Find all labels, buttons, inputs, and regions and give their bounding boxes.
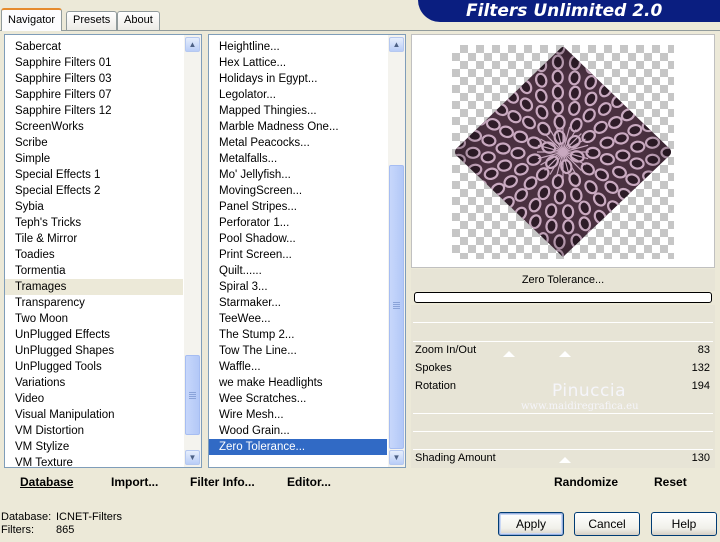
list-item[interactable]: Tormentia: [5, 263, 183, 279]
control-value: 194: [691, 380, 710, 392]
list-item[interactable]: Visual Manipulation: [5, 407, 183, 423]
list-item[interactable]: Video: [5, 391, 183, 407]
control-label: Rotation: [415, 380, 456, 392]
filters-count-value: 865: [56, 524, 75, 536]
database-button[interactable]: Database: [20, 474, 73, 490]
apply-button[interactable]: Apply: [498, 512, 564, 536]
database-label: Database:: [1, 511, 52, 523]
scroll-up-icon[interactable]: ▲: [389, 37, 404, 52]
list-item[interactable]: Variations: [5, 375, 183, 391]
list-item[interactable]: VM Distortion: [5, 423, 183, 439]
window-title: Filters Unlimited 2.0: [466, 1, 663, 21]
list-item[interactable]: Waffle...: [209, 359, 387, 375]
list-item[interactable]: Transparency: [5, 295, 183, 311]
scroll-down-icon[interactable]: ▼: [389, 450, 404, 465]
list-item[interactable]: Spiral 3...: [209, 279, 387, 295]
tab-about[interactable]: About: [117, 11, 160, 30]
list-item[interactable]: Heightline...: [209, 39, 387, 55]
list-item[interactable]: Tile & Mirror: [5, 231, 183, 247]
list-item[interactable]: The Stump 2...: [209, 327, 387, 343]
list-item[interactable]: Scribe: [5, 135, 183, 151]
list-item[interactable]: Special Effects 2: [5, 183, 183, 199]
category-list[interactable]: Sabercat Sapphire Filters 01 Sapphire Filt…: [4, 34, 202, 468]
filter-scroll-thumb[interactable]: [389, 165, 404, 449]
watermark-name: Pinuccia: [552, 381, 626, 401]
list-item[interactable]: ScreenWorks: [5, 119, 183, 135]
scroll-up-icon[interactable]: ▲: [185, 37, 200, 52]
list-item[interactable]: Panel Stripes...: [209, 199, 387, 215]
list-item[interactable]: UnPlugged Effects: [5, 327, 183, 343]
control-spokes[interactable]: Spokes 132: [413, 360, 713, 377]
control-label: Spokes: [415, 362, 452, 374]
control-label: Zoom In/Out: [415, 344, 477, 356]
list-item[interactable]: Wire Mesh...: [209, 407, 387, 423]
list-item[interactable]: Special Effects 1: [5, 167, 183, 183]
list-item[interactable]: Zero Tolerance...: [209, 439, 387, 455]
progress-bar: [414, 292, 712, 303]
randomize-button[interactable]: Randomize: [554, 474, 618, 490]
list-item[interactable]: Wood Grain...: [209, 423, 387, 439]
list-item[interactable]: Two Moon: [5, 311, 183, 327]
tab-navigator[interactable]: Navigator: [1, 8, 63, 31]
database-value: ICNET-Filters: [56, 511, 122, 523]
list-item[interactable]: Legolator...: [209, 87, 387, 103]
scroll-down-icon[interactable]: ▼: [185, 450, 200, 465]
control-value: 130: [691, 452, 710, 464]
tab-presets[interactable]: Presets: [66, 11, 118, 30]
list-item[interactable]: Toadies: [5, 247, 183, 263]
cancel-button[interactable]: Cancel: [574, 512, 640, 536]
list-item[interactable]: we make Headlights: [209, 375, 387, 391]
list-item[interactable]: UnPlugged Shapes: [5, 343, 183, 359]
filters-count-label: Filters:: [1, 524, 34, 536]
list-item[interactable]: Starmaker...: [209, 295, 387, 311]
category-items: Sabercat Sapphire Filters 01 Sapphire Filt…: [5, 39, 183, 467]
list-item[interactable]: TeeWee...: [209, 311, 387, 327]
watermark-url: www.maidiregrafica.eu: [521, 401, 639, 412]
list-item[interactable]: UnPlugged Tools: [5, 359, 183, 375]
list-item[interactable]: Metalfalls...: [209, 151, 387, 167]
list-item[interactable]: Pool Shadow...: [209, 231, 387, 247]
list-item[interactable]: MovingScreen...: [209, 183, 387, 199]
import-button[interactable]: Import...: [111, 474, 158, 490]
list-item[interactable]: Sybia: [5, 199, 183, 215]
list-item[interactable]: Sapphire Filters 12: [5, 103, 183, 119]
filter-preview-image: [455, 47, 671, 257]
list-item[interactable]: Mo' Jellyfish...: [209, 167, 387, 183]
list-item[interactable]: Mapped Thingies...: [209, 103, 387, 119]
preview-area[interactable]: [411, 34, 715, 268]
control-value: 83: [697, 344, 710, 356]
filter-items: Heightline... Hex Lattice... Holidays in E…: [209, 39, 387, 455]
list-item[interactable]: Simple: [5, 151, 183, 167]
list-item[interactable]: Print Screen...: [209, 247, 387, 263]
editor-button[interactable]: Editor...: [287, 474, 331, 490]
filter-list[interactable]: Heightline... Hex Lattice... Holidays in E…: [208, 34, 406, 468]
list-item[interactable]: VM Stylize: [5, 439, 183, 455]
list-item[interactable]: Sapphire Filters 07: [5, 87, 183, 103]
filter-info-button[interactable]: Filter Info...: [190, 474, 255, 490]
list-item[interactable]: Sabercat: [5, 39, 183, 55]
control-zoom[interactable]: Zoom In/Out 83: [413, 342, 713, 359]
control-label: Shading Amount: [415, 452, 496, 464]
list-item[interactable]: Metal Peacocks...: [209, 135, 387, 151]
list-item[interactable]: Hex Lattice...: [209, 55, 387, 71]
category-scrollbar[interactable]: ▲ ▼: [184, 35, 201, 467]
list-item[interactable]: Holidays in Egypt...: [209, 71, 387, 87]
filter-scrollbar[interactable]: ▲ ▼: [388, 35, 405, 467]
help-button[interactable]: Help: [651, 512, 717, 536]
list-item[interactable]: Wee Scratches...: [209, 391, 387, 407]
list-item[interactable]: Perforator 1...: [209, 215, 387, 231]
list-item[interactable]: Teph's Tricks: [5, 215, 183, 231]
list-item[interactable]: Quilt......: [209, 263, 387, 279]
list-item[interactable]: Tramages: [5, 279, 183, 295]
control-shading[interactable]: Shading Amount 130: [413, 450, 713, 467]
list-item[interactable]: Sapphire Filters 01: [5, 55, 183, 71]
category-scroll-thumb[interactable]: [185, 355, 200, 435]
list-item[interactable]: Sapphire Filters 03: [5, 71, 183, 87]
list-item[interactable]: VM Texture: [5, 455, 183, 467]
control-value: 132: [691, 362, 710, 374]
list-item[interactable]: Tow The Line...: [209, 343, 387, 359]
reset-button[interactable]: Reset: [654, 474, 687, 490]
selected-filter-name: Zero Tolerance...: [411, 269, 715, 291]
list-item[interactable]: Marble Madness One...: [209, 119, 387, 135]
